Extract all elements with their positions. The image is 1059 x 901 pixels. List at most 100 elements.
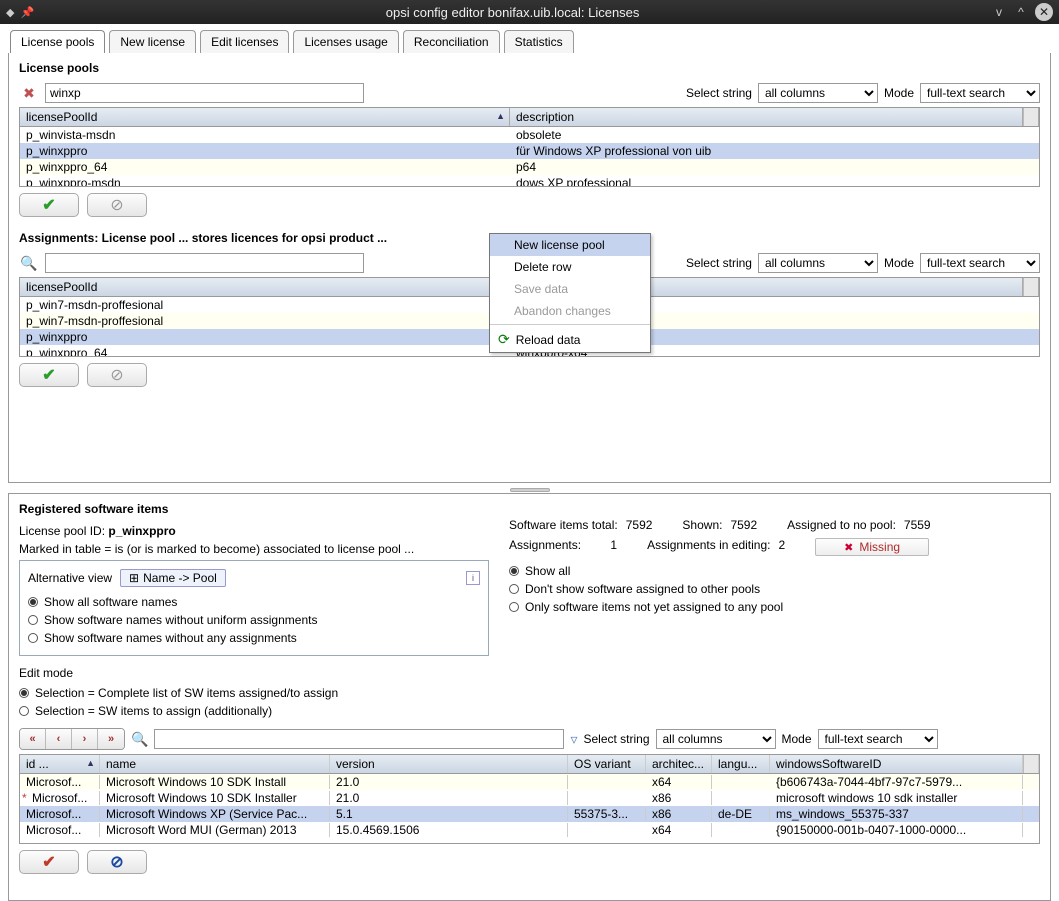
info-icon[interactable]: i — [466, 571, 480, 585]
ctx-save-data: Save data — [490, 278, 650, 300]
nav-last[interactable]: » — [98, 729, 124, 749]
pin-icon[interactable]: 📌 — [20, 6, 34, 19]
table-row[interactable]: Microsof...Microsoft Windows 10 SDK Inst… — [20, 774, 1039, 790]
pools-filter-row: ✖ Select string all columns Mode full-te… — [19, 83, 1040, 103]
nav-first[interactable]: « — [20, 729, 46, 749]
modified-icon: * — [22, 791, 27, 805]
tab-bar: License pools New license Edit licenses … — [0, 24, 1059, 53]
select-string-dropdown[interactable]: all columns — [758, 253, 878, 273]
tab-reconciliation[interactable]: Reconciliation — [403, 30, 500, 53]
pool-id-value: p_winxppro — [108, 524, 175, 538]
cancel-button[interactable]: ⊘ — [87, 850, 147, 874]
tab-edit-licenses[interactable]: Edit licenses — [200, 30, 289, 53]
missing-icon: ✖ — [844, 541, 853, 554]
mode-dropdown[interactable]: full-text search — [818, 729, 938, 749]
col-name[interactable]: name — [100, 755, 330, 773]
clear-filter-icon[interactable]: ✖ — [19, 85, 39, 102]
filter-radio-other-pools[interactable]: Don't show software assigned to other po… — [509, 580, 1040, 598]
software-filter-input[interactable] — [154, 729, 564, 749]
mode-label: Mode — [782, 732, 812, 746]
col-os[interactable]: OS variant — [568, 755, 646, 773]
select-string-label: Select string — [686, 86, 752, 100]
filter-radio-show-all[interactable]: Show all — [509, 562, 1040, 580]
scrollbar-head — [1023, 108, 1039, 126]
col-description[interactable]: description — [510, 108, 1023, 126]
ctx-new-license-pool[interactable]: New license pool — [490, 234, 650, 256]
altview-radio-no-assignments[interactable]: Show software names without any assignme… — [28, 629, 480, 647]
table-row[interactable]: Microsof...Microsoft Windows XP (Service… — [20, 806, 1039, 822]
pool-id-label: License pool ID: — [19, 524, 105, 538]
close-button[interactable]: ✕ — [1035, 3, 1053, 21]
confirm-button[interactable]: ✔ — [19, 850, 79, 874]
ctx-delete-row[interactable]: Delete row — [490, 256, 650, 278]
tab-statistics[interactable]: Statistics — [504, 30, 574, 53]
titlebar: ◆ 📌 opsi config editor bonifax.uib.local… — [0, 0, 1059, 24]
nav-prev[interactable]: ‹ — [46, 729, 72, 749]
search-icon[interactable]: 🔍 — [131, 731, 148, 748]
col-id[interactable]: id ...▲ — [20, 755, 100, 773]
select-string-dropdown[interactable]: all columns — [656, 729, 776, 749]
nav-next[interactable]: › — [72, 729, 98, 749]
cancel-button[interactable]: ⊘ — [87, 363, 147, 387]
window-title: opsi config editor bonifax.uib.local: Li… — [34, 5, 991, 20]
confirm-button[interactable]: ✔ — [19, 193, 79, 217]
table-row[interactable]: p_winxppro für Windows XP professional v… — [20, 143, 1039, 159]
missing-button[interactable]: ✖Missing — [815, 538, 929, 556]
tab-licenses-usage[interactable]: Licenses usage — [293, 30, 398, 53]
table-row[interactable]: Microsof...Microsoft Word MUI (German) 2… — [20, 822, 1039, 838]
tab-new-license[interactable]: New license — [109, 30, 196, 53]
mode-label: Mode — [884, 256, 914, 270]
nav-row: « ‹ › » 🔍 ▿ Select string all columns Mo… — [19, 728, 1040, 750]
altview-radio-show-all[interactable]: Show all software names — [28, 593, 480, 611]
table-row[interactable]: p_winxppro_64 p64 — [20, 159, 1039, 175]
software-items-panel: Registered software items License pool I… — [8, 493, 1051, 901]
pools-table: licensePoolId▲ description p_winvista-ms… — [19, 107, 1040, 187]
table-row[interactable]: p_winvista-msdnobsolete — [20, 127, 1039, 143]
maximize-button[interactable]: ^ — [1013, 4, 1029, 20]
tree-icon: ⊞ — [129, 571, 139, 585]
col-licensepoolid[interactable]: licensePoolId▲ — [20, 278, 510, 296]
confirm-button[interactable]: ✔ — [19, 363, 79, 387]
funnel-icon[interactable]: ▿ — [570, 731, 577, 748]
cancel-button[interactable]: ⊘ — [87, 193, 147, 217]
sort-asc-icon: ▲ — [86, 758, 95, 768]
table-row[interactable]: *Microsof...Microsoft Windows 10 SDK Ins… — [20, 790, 1039, 806]
editmode-radio-additional[interactable]: Selection = SW items to assign (addition… — [19, 702, 489, 720]
col-version[interactable]: version — [330, 755, 568, 773]
software-table: id ...▲ name version OS variant architec… — [19, 754, 1040, 844]
mode-label: Mode — [884, 86, 914, 100]
select-string-dropdown[interactable]: all columns — [758, 83, 878, 103]
minimize-button[interactable]: v — [991, 4, 1007, 20]
mode-dropdown[interactable]: full-text search — [920, 83, 1040, 103]
editmode-radio-complete[interactable]: Selection = Complete list of SW items as… — [19, 684, 489, 702]
col-licensepoolid[interactable]: licensePoolId▲ — [20, 108, 510, 126]
col-arch[interactable]: architec... — [646, 755, 712, 773]
select-string-label: Select string — [583, 732, 649, 746]
license-pools-heading: License pools — [19, 61, 1040, 75]
marked-hint: Marked in table = is (or is marked to be… — [19, 542, 489, 556]
altview-radio-no-uniform[interactable]: Show software names without uniform assi… — [28, 611, 480, 629]
edit-mode-box: Edit mode Selection = Complete list of S… — [19, 666, 489, 720]
table-row[interactable]: p_winxppro-msdn dows XP professional — [20, 175, 1039, 187]
sort-asc-icon: ▲ — [496, 111, 505, 121]
app-icon: ◆ — [6, 6, 14, 19]
reload-icon: ⟳ — [498, 331, 510, 348]
search-icon[interactable]: 🔍 — [19, 255, 39, 272]
select-string-label: Select string — [686, 256, 752, 270]
tab-license-pools[interactable]: License pools — [10, 30, 105, 53]
ctx-reload-data[interactable]: ⟳ Reload data — [490, 327, 650, 352]
assign-filter-input[interactable] — [45, 253, 364, 273]
edit-mode-title: Edit mode — [19, 666, 489, 680]
context-menu: New license pool Delete row Save data Ab… — [489, 233, 651, 353]
ctx-abandon-changes: Abandon changes — [490, 300, 650, 322]
filter-radio-no-pool[interactable]: Only software items not yet assigned to … — [509, 598, 1040, 616]
col-wsid[interactable]: windowsSoftwareID — [770, 755, 1023, 773]
registered-items-heading: Registered software items — [19, 502, 489, 516]
license-pools-panel: License pools ✖ Select string all column… — [8, 53, 1051, 483]
mode-dropdown[interactable]: full-text search — [920, 253, 1040, 273]
alternative-view-box: Alternative view ⊞Name -> Pool i Show al… — [19, 560, 489, 656]
pools-filter-input[interactable] — [45, 83, 364, 103]
col-lang[interactable]: langu... — [712, 755, 770, 773]
alternative-view-label: Alternative view — [28, 571, 112, 585]
name-pool-button[interactable]: ⊞Name -> Pool — [120, 569, 226, 587]
